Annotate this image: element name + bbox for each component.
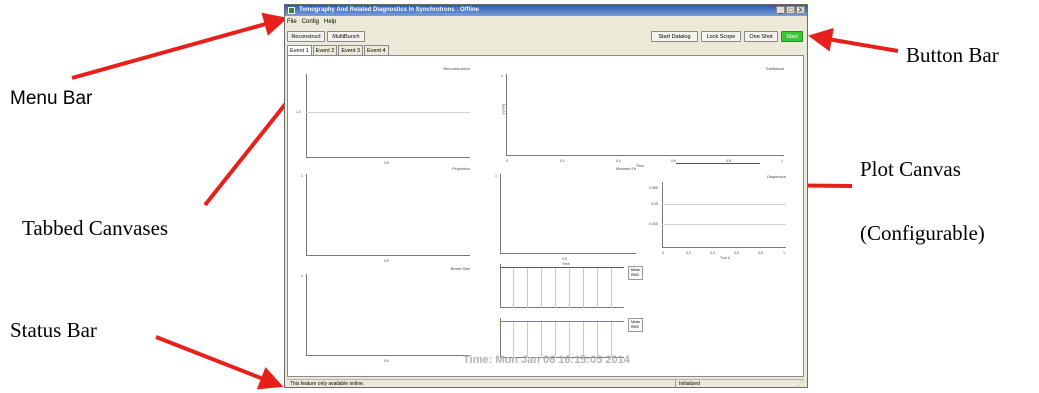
- tab-event-4[interactable]: Event 4: [363, 45, 389, 55]
- app-window: Tomography And Related Diagnostics In Sy…: [284, 4, 808, 388]
- emittance-xtick-1: 0.2: [560, 159, 565, 163]
- title-bar: Tomography And Related Diagnostics In Sy…: [285, 5, 807, 16]
- dispersion-xtick-2: 0.4: [710, 251, 715, 255]
- reconstruction-xtick: 0.5: [384, 161, 389, 165]
- arrow-button-bar: [808, 27, 899, 53]
- start-datalog-button[interactable]: Start Datalog: [651, 31, 698, 42]
- dispersion-ytick-1: 0.05: [651, 202, 658, 206]
- lock-scope-button[interactable]: Lock Scope: [701, 31, 741, 42]
- reconstruction-ytick: 1.0: [296, 110, 301, 114]
- pink-trace-plot: [500, 318, 624, 358]
- emittance-xtick-2: 0.4: [616, 159, 621, 163]
- minimize-button[interactable]: _: [776, 6, 785, 14]
- beam-size-plot: Beam Size 1 0.5: [301, 266, 470, 363]
- emittance-ytick: 1: [501, 74, 503, 78]
- emittance-title: Emittance: [766, 66, 784, 71]
- tab-event-2[interactable]: Event 2: [312, 45, 338, 55]
- menu-config[interactable]: Config: [302, 17, 319, 27]
- dispersion-xtick-1: 0.2: [686, 251, 691, 255]
- projection-title: Projection: [452, 166, 470, 171]
- dispersion-xtick-0: 0: [662, 251, 664, 255]
- annotation-menu-bar: Menu Bar: [10, 88, 93, 109]
- moment-fit-title: Moment Fit: [615, 166, 636, 171]
- projection-plot: Projection 1 0.5: [301, 166, 470, 263]
- tab-event-1[interactable]: Event 1: [287, 45, 312, 55]
- emittance-xlabel: Time: [636, 164, 644, 168]
- emittance-ylabel: y [mm]: [501, 103, 506, 115]
- dispersion-xlabel: Turn #: [720, 256, 730, 260]
- plot-canvas[interactable]: Reconstruction 1.0 0.5 Emittance 1 y [mm…: [287, 55, 804, 377]
- dispersion-ytick-2: 0.045: [649, 222, 658, 226]
- menu-bar: File Config Help: [287, 17, 336, 27]
- start-button[interactable]: Start: [781, 31, 803, 42]
- beam-size-title: Beam Size: [450, 266, 470, 271]
- moment-fit-xtick: 0.5: [562, 257, 567, 261]
- reconstruction-title: Reconstruction: [443, 66, 470, 71]
- reconstruction-plot: Reconstruction 1.0 0.5: [296, 66, 470, 165]
- annotation-button-bar: Button Bar: [906, 43, 999, 67]
- emittance-xtick-5: 1: [781, 159, 783, 163]
- maximize-button[interactable]: □: [786, 6, 795, 14]
- dispersion-xtick-3: 0.6: [734, 251, 739, 255]
- close-button[interactable]: X: [796, 6, 805, 14]
- one-shot-button[interactable]: One Shot: [744, 31, 778, 42]
- annotation-plot-canvas: Plot Canvas: [860, 157, 961, 181]
- menu-help[interactable]: Help: [324, 17, 336, 27]
- button-bar: Reconstruct MultiBunch Start Datalog Loc…: [285, 29, 807, 43]
- dispersion-xtick-4: 0.8: [758, 251, 763, 255]
- projection-xtick: 0.5: [384, 259, 389, 263]
- moment-fit-ytick: 1: [495, 174, 497, 178]
- dispersion-plot: Dispersion 0.055 0.05 0.045 0 0.2 0.4 0.…: [649, 174, 786, 260]
- blue-trace-legend: Mean RMS: [628, 266, 643, 280]
- emittance-xtick-0: 0: [506, 159, 508, 163]
- app-icon: [288, 7, 295, 14]
- annotation-plot-canvas-sub: (Configurable): [860, 221, 985, 245]
- status-message: This feature only available online.: [290, 381, 365, 387]
- emittance-plot: Emittance 1 y [mm] 0 0.2 0.4 0.6 0.8 1 T…: [501, 66, 784, 168]
- dispersion-xtick-5: 1: [783, 251, 785, 255]
- status-bar: This feature only available online. Init…: [287, 379, 804, 388]
- legend-line: [676, 163, 760, 164]
- multibunch-button[interactable]: MultiBunch: [327, 31, 365, 42]
- dispersion-ytick-0: 0.055: [649, 186, 658, 190]
- menu-file[interactable]: File: [287, 17, 297, 27]
- arrow-status-bar: [155, 335, 284, 390]
- tab-strip: Event 1 Event 2 Event 3 Event 4: [287, 45, 390, 55]
- blue-trace-plot: [500, 264, 624, 308]
- moment-fit-plot: Moment Fit 1 0.5 Time: [495, 166, 636, 266]
- annotation-tabbed-canvases: Tabbed Canvases: [22, 216, 169, 240]
- arrow-menu-bar: [71, 12, 288, 80]
- projection-ytick: 1: [301, 174, 303, 178]
- pink-trace-legend: Mean RMS: [628, 318, 643, 332]
- timestamp-label: Time: Mon Jan 06 16:15:05 2014: [463, 354, 630, 366]
- resize-grip-icon[interactable]: ⋰: [797, 380, 803, 388]
- status-state: Initialized: [675, 380, 779, 388]
- window-title: Tomography And Related Diagnostics In Sy…: [299, 7, 480, 13]
- beam-size-ytick: 1: [301, 274, 303, 278]
- annotation-status-bar: Status Bar: [10, 318, 97, 342]
- tab-event-3[interactable]: Event 3: [338, 45, 363, 55]
- dispersion-title: Dispersion: [767, 174, 786, 179]
- reconstruct-button[interactable]: Reconstruct: [287, 31, 325, 42]
